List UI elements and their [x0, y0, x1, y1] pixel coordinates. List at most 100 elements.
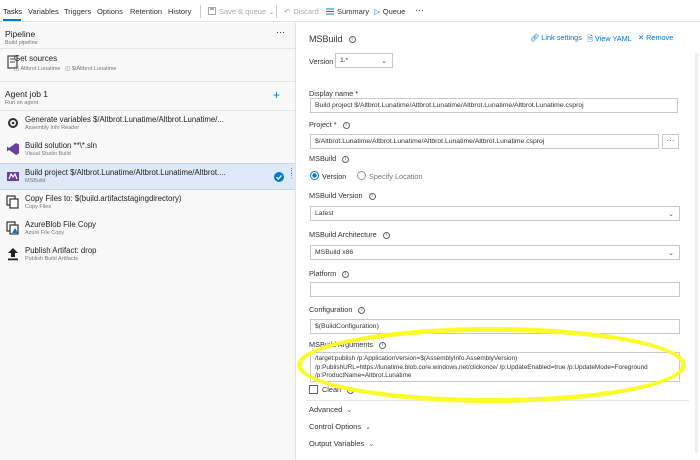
info-icon[interactable]: i — [342, 121, 350, 129]
info-icon[interactable]: i — [342, 270, 350, 278]
task-name: Publish Artifact: drop — [25, 246, 97, 255]
copy-files-icon — [6, 195, 19, 209]
tab-options[interactable]: Options — [97, 7, 123, 16]
info-icon[interactable]: i — [358, 306, 366, 314]
task-type: Assembly Info Reader — [25, 125, 80, 131]
tab-retention[interactable]: Retention — [130, 7, 162, 16]
view-yaml-button[interactable]: 🗎︎ View YAML — [587, 33, 632, 46]
close-icon: ✕ — [638, 33, 645, 42]
visual-studio-icon — [7, 143, 19, 155]
upload-arrow-icon — [8, 248, 18, 261]
scrollbar[interactable] — [695, 53, 698, 453]
info-icon[interactable]: i — [382, 231, 390, 239]
configuration-input[interactable]: $(BuildConfiguration) — [310, 319, 680, 334]
info-icon[interactable]: i — [379, 341, 387, 349]
radio-version[interactable]: Version — [310, 171, 346, 181]
get-sources-item[interactable]: Get sources ◫ Altbrot.Lunatime ◫ $/Altbr… — [0, 49, 295, 81]
info-icon[interactable]: i — [342, 155, 350, 163]
tab-triggers[interactable]: Triggers — [64, 7, 91, 16]
tab-tasks[interactable]: Tasks — [3, 7, 22, 16]
msbuild-architecture-label: MSBuild Architecture i — [309, 230, 390, 239]
advanced-section-toggle[interactable]: Advanced ⌄ — [309, 405, 352, 414]
info-icon[interactable]: i — [348, 36, 356, 44]
detail-title: MSBuild i — [309, 34, 356, 44]
display-name-label: Display name * — [309, 89, 359, 98]
get-sources-repo: ◫ Altbrot.Lunatime ◫ $/Altbrot.Lunatime — [14, 66, 117, 72]
msbuild-version-label: MSBuild Version i — [309, 191, 376, 200]
info-icon[interactable]: i — [347, 386, 355, 394]
discard-button[interactable]: ↶ Discard — [284, 7, 319, 16]
msbuild-architecture-select[interactable]: MSBuild x86 ⌄ — [310, 245, 680, 260]
task-item-azureblob-copy[interactable]: AzureBlob File Copy Azure File Copy — [0, 216, 295, 242]
project-label: Project * i — [309, 120, 350, 129]
task-name: AzureBlob File Copy — [25, 220, 97, 229]
link-settings-button[interactable]: 🔗︎ Link settings — [530, 33, 582, 42]
chevron-down-icon: ⌄ — [381, 58, 387, 65]
get-sources-title: Get sources — [14, 54, 58, 63]
azure-file-copy-icon — [6, 221, 19, 235]
queue-button[interactable]: ▷ Queue — [374, 7, 405, 16]
summary-icon — [326, 8, 334, 15]
toolbar-divider — [200, 5, 201, 18]
checkbox-icon — [309, 385, 318, 394]
undo-icon: ↶ — [284, 7, 291, 16]
repo-icon: ◫ — [14, 66, 20, 72]
task-item-copy-files[interactable]: Copy Files to: $(build.artifactstagingdi… — [0, 190, 295, 216]
output-variables-section-toggle[interactable]: Output Variables ⌄ — [309, 439, 374, 448]
display-name-input[interactable]: Build project $/Altbrot.Lunatime/Altbrot… — [310, 98, 678, 113]
tab-history[interactable]: History — [168, 7, 191, 16]
task-item-generate-variables[interactable]: Generate variables $/Altbrot.Lunatime/Al… — [0, 111, 295, 137]
summary-button[interactable]: Summary — [326, 7, 369, 16]
task-type: MSBuild — [25, 178, 46, 184]
project-input[interactable]: $/Altbrot.Lunatime/Altbrot.Lunatime/Altb… — [310, 134, 659, 149]
chevron-down-icon: ⌄ — [368, 441, 375, 448]
summary-label: Summary — [337, 7, 370, 16]
agent-job-subtitle: Run on agent — [5, 100, 39, 106]
platform-input[interactable] — [310, 282, 680, 297]
save-queue-button[interactable]: Save & queue ⌄ — [208, 7, 275, 16]
divider — [0, 81, 295, 82]
chevron-down-icon: ⌄ — [668, 211, 674, 218]
tab-variables[interactable]: Variables — [28, 7, 59, 16]
task-item-publish-artifact[interactable]: Publish Artifact: drop Publish Build Art… — [0, 242, 295, 268]
top-toolbar: Tasks Variables Triggers Options Retenti… — [0, 0, 700, 22]
queue-label: Queue — [382, 7, 406, 16]
msbuild-label: MSBuild i — [309, 154, 350, 163]
info-icon[interactable]: i — [368, 192, 376, 200]
task-item-build-project[interactable]: Build project $/Altbrot.Lunatime/Altbrot… — [0, 163, 295, 190]
task-type: Visual Studio Build — [25, 151, 71, 157]
version-select[interactable]: 1.* ⌄ — [335, 53, 393, 68]
toolbar-divider — [276, 5, 277, 18]
remove-button[interactable]: ✕ Remove — [638, 33, 673, 42]
radio-selected-icon — [310, 171, 319, 180]
control-options-section-toggle[interactable]: Control Options ⌄ — [309, 422, 371, 431]
add-task-button[interactable]: + — [273, 88, 280, 102]
save-icon — [208, 7, 216, 15]
task-detail-pane: MSBuild i 🔗︎ Link settings 🗎︎ View YAML ✕… — [297, 23, 700, 460]
play-icon: ▷ — [374, 7, 380, 16]
pipeline-pane: Pipeline Build pipeline ··· Get sources … — [0, 23, 296, 460]
discard-label: Discard — [293, 7, 319, 16]
msbuild-arguments-label: MSBuild Arguments i — [309, 340, 387, 349]
drag-handle-icon[interactable]: ⋮ ⋮ — [288, 168, 295, 180]
chevron-down-icon: ⌄ — [365, 424, 371, 431]
msbuild-version-select[interactable]: Latest ⌄ — [310, 206, 680, 221]
more-actions-button[interactable]: ··· — [415, 5, 424, 15]
agent-job-title: Agent job 1 — [5, 89, 49, 99]
project-browse-button[interactable]: ··· — [662, 134, 679, 149]
configuration-label: Configuration i — [309, 305, 366, 314]
task-name: Generate variables $/Altbrot.Lunatime/Al… — [25, 115, 224, 124]
pipeline-more-button[interactable]: ··· — [276, 27, 285, 37]
divider — [306, 400, 689, 401]
pipeline-subtitle: Build pipeline — [5, 40, 38, 46]
save-queue-label: Save & queue — [219, 7, 267, 16]
platform-label: Platform i — [309, 269, 350, 278]
task-item-build-solution[interactable]: Build solution **\*.sln Visual Studio Bu… — [0, 137, 295, 163]
radio-specify-location[interactable]: Specify Location — [357, 171, 423, 181]
task-name: Build project $/Altbrot.Lunatime/Altbrot… — [25, 168, 226, 177]
clean-checkbox[interactable]: Clean i — [309, 385, 355, 394]
msbuild-arguments-textarea[interactable]: /target:publish /p:ApplicationVersion=$(… — [310, 352, 680, 382]
gear-icon — [8, 118, 18, 128]
chevron-down-icon: ⌄ — [668, 250, 674, 257]
chevron-down-icon: ⌄ — [268, 7, 275, 16]
